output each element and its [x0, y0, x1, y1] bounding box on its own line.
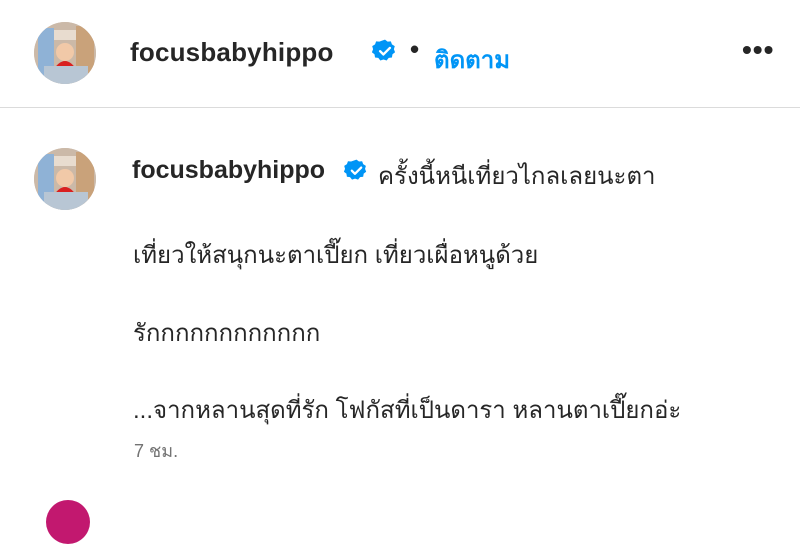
caption-line-3: รักกกกกกกกกกกก	[133, 320, 321, 347]
separator-dot: •	[410, 34, 420, 64]
verified-badge-icon	[372, 39, 396, 61]
post-header: focusbabyhippo • ติดตาม •••	[0, 0, 800, 108]
header-username[interactable]: focusbabyhippo	[130, 37, 334, 68]
avatar-image	[34, 22, 96, 84]
follow-button[interactable]: ติดตาม	[434, 40, 510, 79]
timestamp[interactable]: 7 ชม.	[134, 436, 178, 465]
verified-badge-icon	[344, 159, 367, 180]
caption-line-2: เที่ยวให้สนุกนะตาเปี๊ยก เที่ยวเผื่อหนูด้…	[133, 242, 539, 269]
profile-avatar[interactable]	[34, 22, 96, 84]
caption-line-1: ครั้งนี้หนีเที่ยวไกลเลยนะตา	[378, 163, 656, 190]
caption-username[interactable]: focusbabyhippo	[132, 156, 325, 185]
comment-avatar[interactable]	[34, 148, 96, 210]
avatar-image	[34, 148, 96, 210]
caption-line-4: ...จากหลานสุดที่รัก โฟกัสที่เป็นดารา หลา…	[133, 397, 682, 424]
more-options-icon[interactable]: •••	[742, 34, 774, 66]
next-comment-avatar[interactable]	[46, 500, 90, 544]
